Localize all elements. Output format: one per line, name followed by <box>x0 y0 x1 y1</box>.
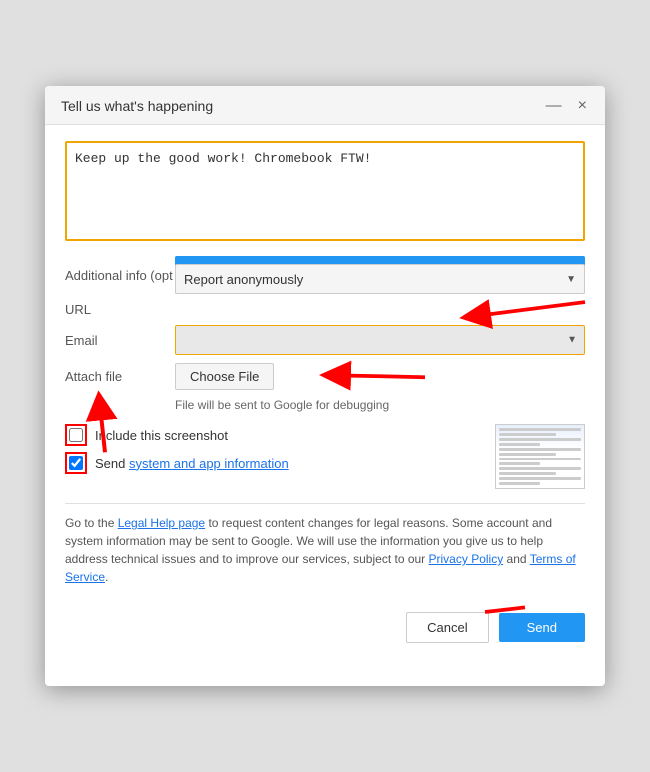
system-info-link[interactable]: system and app information <box>129 456 289 471</box>
send-system-info-row: Send system and app information <box>65 452 483 474</box>
thumb-line-3 <box>499 438 581 441</box>
thumb-line-11 <box>499 477 581 480</box>
additional-info-label: Additional info (opt <box>65 268 175 283</box>
send-label-text: Send <box>95 456 125 471</box>
feedback-textarea[interactable]: Keep up the good work! Chromebook FTW! <box>65 141 585 241</box>
legal-and: and <box>503 552 529 566</box>
url-label: URL <box>65 302 175 317</box>
send-system-checkbox[interactable] <box>69 456 83 470</box>
include-screenshot-row: Include this screenshot <box>65 424 483 446</box>
thumb-line-5 <box>499 448 581 451</box>
legal-end: . <box>105 570 108 584</box>
attach-file-label: Attach file <box>65 369 175 384</box>
thumb-line-2 <box>499 433 556 436</box>
title-bar-controls: — × <box>544 98 589 114</box>
additional-info-row: Additional info (opt Report anonymously … <box>65 256 585 294</box>
include-screenshot-label: Include this screenshot <box>95 428 228 443</box>
thumb-line-12 <box>499 482 540 485</box>
email-select[interactable] <box>175 325 585 355</box>
title-bar: Tell us what's happening — × <box>45 86 605 125</box>
form-rows: Additional info (opt Report anonymously … <box>65 256 585 412</box>
email-label: Email <box>65 333 175 348</box>
screenshot-section: Include this screenshot Send system and … <box>65 424 585 489</box>
thumb-line-9 <box>499 467 581 470</box>
footer-buttons: Cancel Send <box>65 602 585 643</box>
privacy-policy-link[interactable]: Privacy Policy <box>429 552 504 566</box>
thumb-line-6 <box>499 453 556 456</box>
thumb-line-8 <box>499 462 540 465</box>
thumb-line-1 <box>499 428 581 431</box>
thumb-line-10 <box>499 472 556 475</box>
legal-help-link[interactable]: Legal Help page <box>118 516 205 530</box>
choose-file-button[interactable]: Choose File <box>175 363 274 390</box>
email-row: Email ▼ <box>65 325 585 355</box>
screenshot-thumbnail <box>495 424 585 489</box>
include-screenshot-checkbox[interactable] <box>69 428 83 442</box>
file-hint: File will be sent to Google for debuggin… <box>175 398 585 412</box>
dialog-title: Tell us what's happening <box>61 98 213 114</box>
send-button[interactable]: Send <box>499 613 585 642</box>
thumb-line-7 <box>499 458 581 461</box>
include-screenshot-highlight <box>65 424 87 446</box>
report-anonymous-text: Report anonymously <box>184 272 303 287</box>
legal-text: Go to the Legal Help page to request con… <box>65 503 585 586</box>
cancel-button[interactable]: Cancel <box>406 612 488 643</box>
dropdown-arrow-icon: ▼ <box>566 274 576 285</box>
dialog-body: Keep up the good work! Chromebook FTW! A… <box>45 125 605 659</box>
url-row: URL <box>65 302 585 317</box>
close-button[interactable]: × <box>576 98 589 114</box>
legal-prefix: Go to the <box>65 516 118 530</box>
minimize-button[interactable]: — <box>544 98 564 114</box>
send-system-label: Send system and app information <box>95 456 289 471</box>
attach-file-row: Attach file Choose File <box>65 363 585 390</box>
send-system-checkbox-highlight <box>65 452 87 474</box>
thumb-line-4 <box>499 443 540 446</box>
